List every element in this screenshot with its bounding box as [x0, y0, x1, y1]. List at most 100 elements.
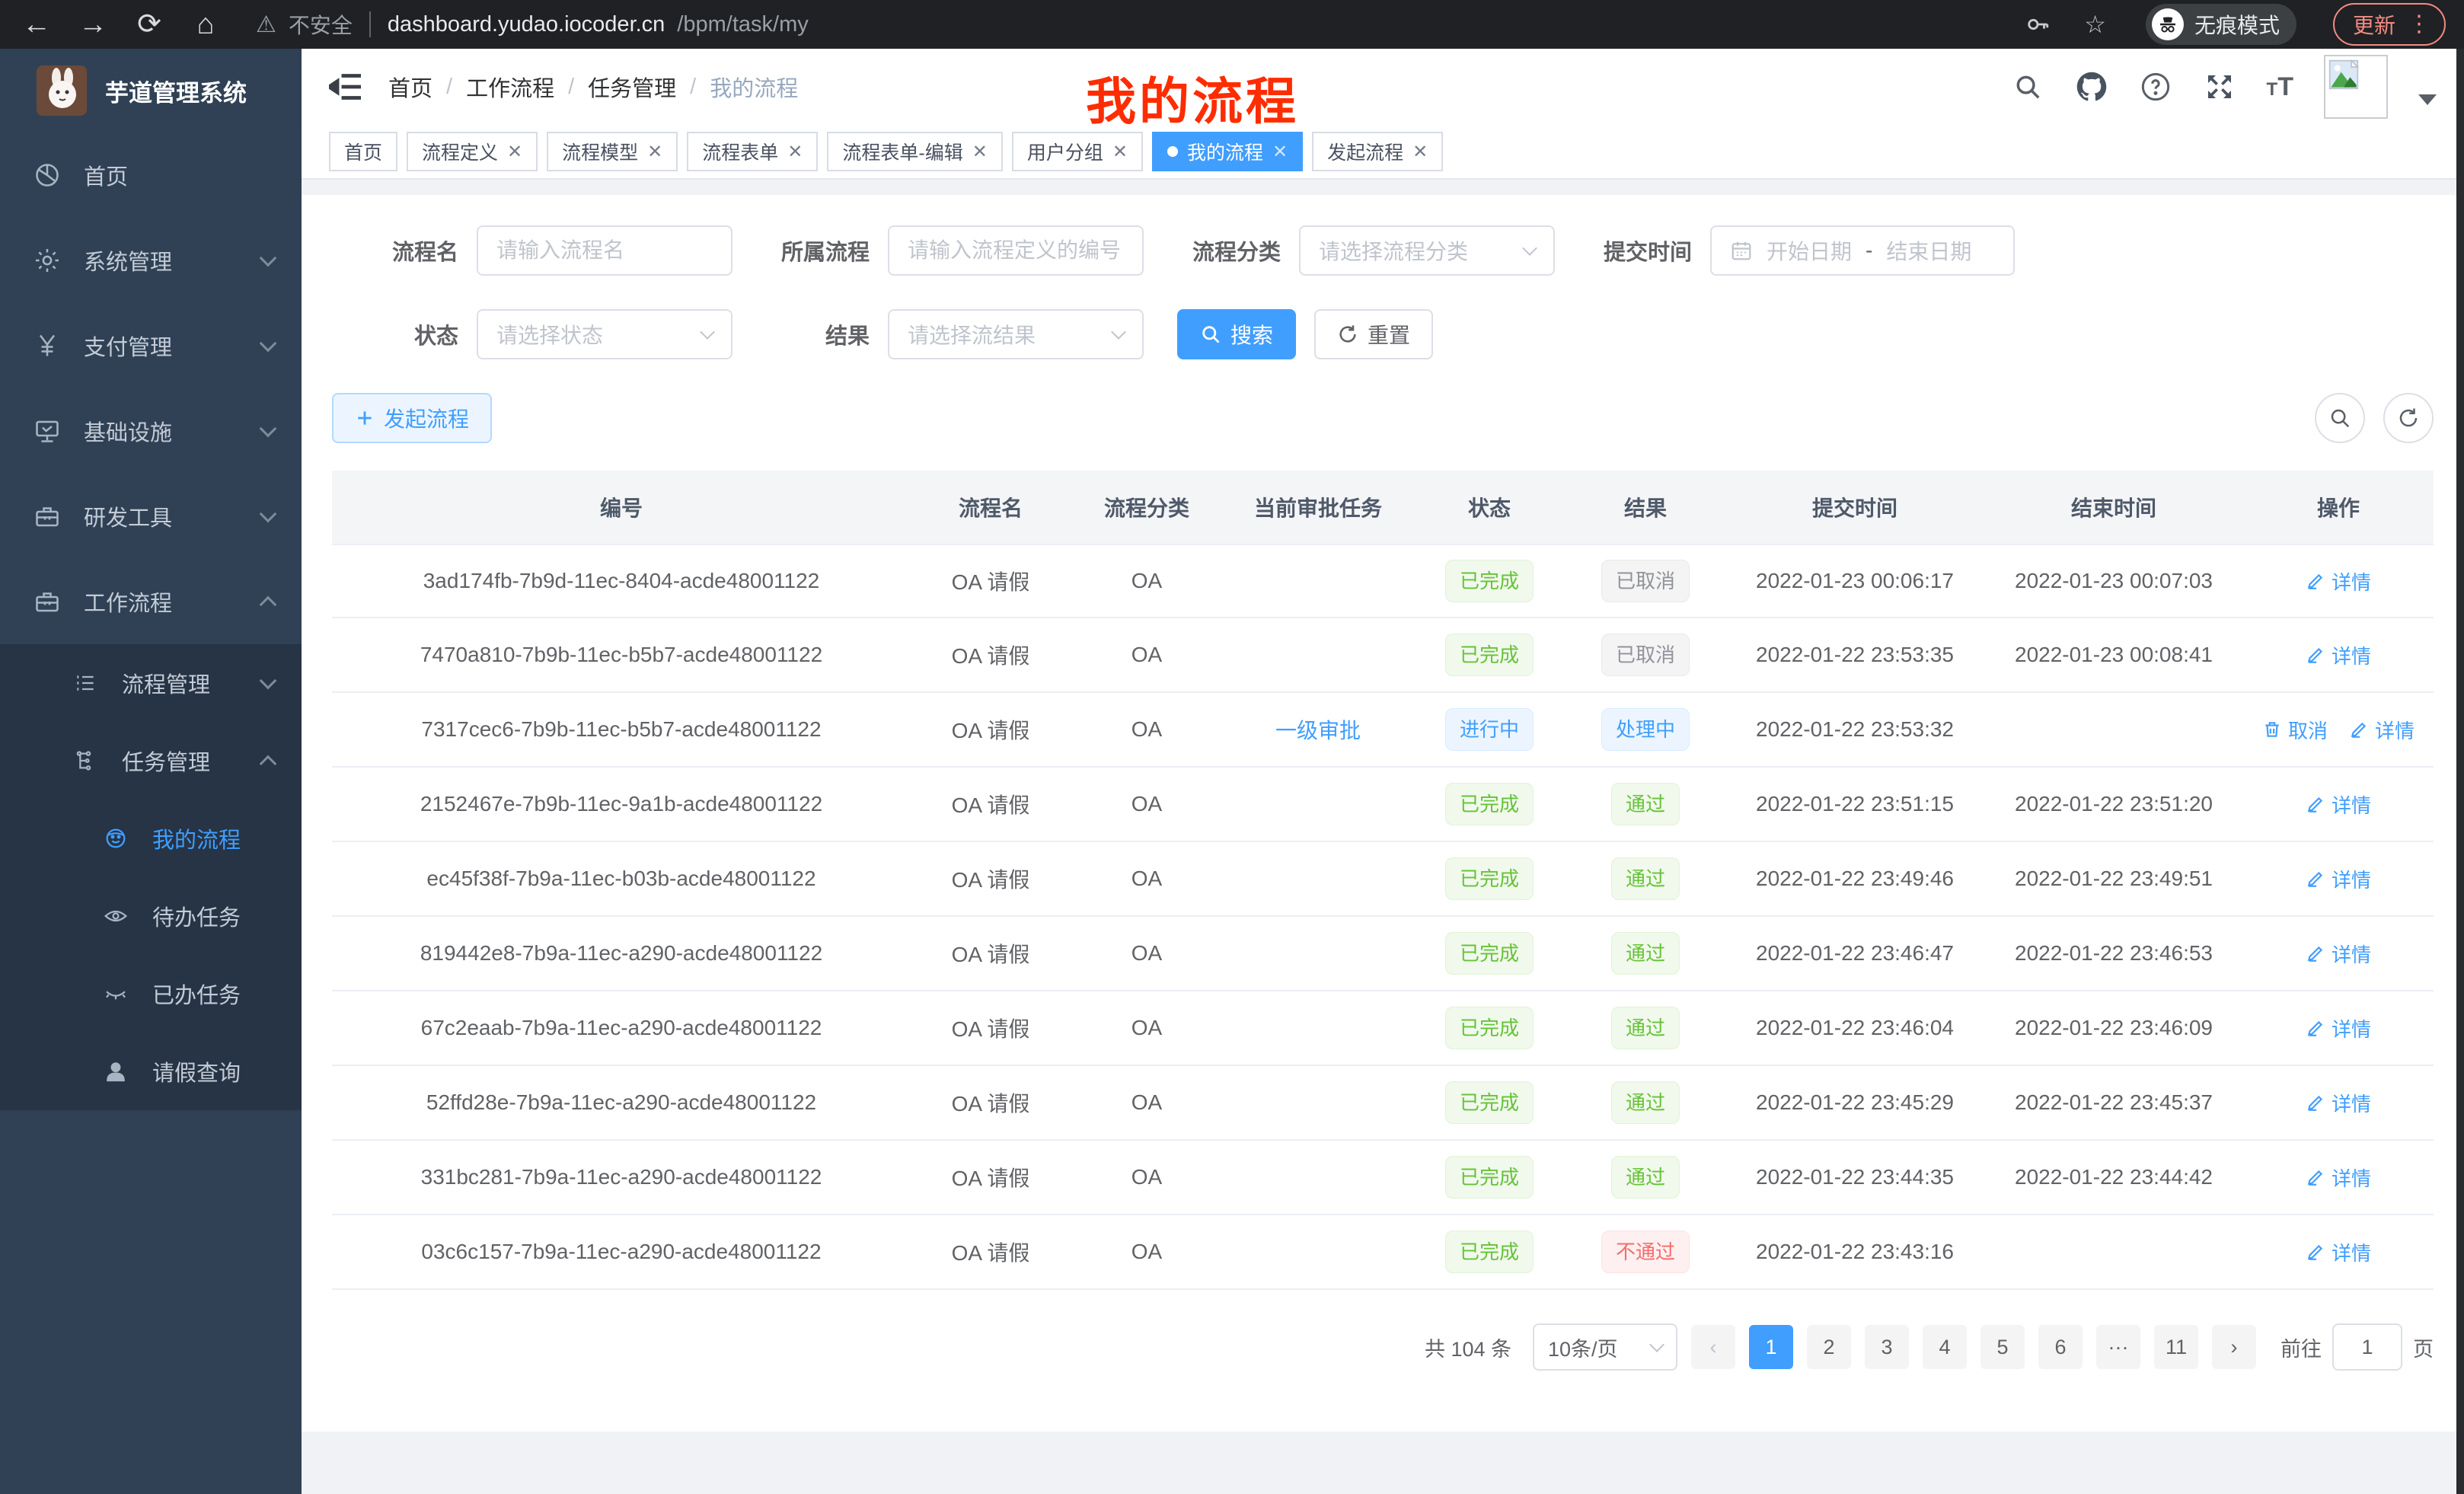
next-page-button[interactable]: ›	[2212, 1325, 2256, 1369]
browser-forward-icon[interactable]: →	[75, 2, 111, 47]
sidebar-item-支付管理[interactable]: 支付管理	[0, 303, 302, 388]
sidebar-item-系统管理[interactable]: 系统管理	[0, 218, 302, 303]
detail-link[interactable]: 详情	[2306, 641, 2371, 669]
detail-link[interactable]: 详情	[2306, 1238, 2371, 1266]
password-key-icon[interactable]	[2025, 11, 2051, 37]
detail-link[interactable]: 详情	[2306, 940, 2371, 968]
github-icon[interactable]	[2075, 70, 2108, 104]
tab-用户分组[interactable]: 用户分组✕	[1012, 132, 1143, 171]
font-size-icon[interactable]: TT	[2267, 72, 2293, 102]
collapse-sidebar-icon[interactable]	[329, 72, 362, 102]
browser-update-button[interactable]: 更新 ⋮	[2333, 3, 2446, 46]
page-button-4[interactable]: 4	[1923, 1325, 1967, 1369]
browser-back-icon[interactable]: ←	[18, 2, 55, 47]
bookmark-star-icon[interactable]: ☆	[2084, 10, 2106, 39]
page-button-1[interactable]: 1	[1749, 1325, 1793, 1369]
address-divider	[369, 11, 371, 37]
detail-link[interactable]: 详情	[2306, 865, 2371, 893]
close-icon[interactable]: ✕	[1272, 141, 1288, 163]
close-icon[interactable]: ✕	[1412, 141, 1428, 163]
share-icon	[73, 749, 97, 773]
detail-link[interactable]: 详情	[2306, 1164, 2371, 1192]
cell-submit-time: 2022-01-22 23:46:47	[1725, 941, 1984, 966]
page-size-select[interactable]: 10条/页	[1533, 1323, 1677, 1371]
address-bar[interactable]: ⚠ 不安全 dashboard.yudao.iocoder.cn/bpm/tas…	[256, 9, 1991, 40]
filter-row-2: 状态 请选择状态 结果 请选择流结果 搜索 重置	[332, 309, 2434, 359]
close-icon[interactable]: ✕	[647, 141, 662, 163]
cell-result: 通过	[1566, 932, 1725, 975]
browser-reload-icon[interactable]: ⟳	[131, 2, 168, 47]
breadcrumb-home[interactable]: 首页	[388, 71, 432, 103]
detail-link[interactable]: 详情	[2349, 716, 2415, 744]
topbar: 首页/ 工作流程/ 任务管理/ 我的流程 TT	[302, 49, 2464, 125]
result-select[interactable]: 请选择流结果	[888, 309, 1144, 359]
fullscreen-icon[interactable]	[2203, 70, 2236, 104]
close-icon[interactable]: ✕	[1112, 141, 1128, 163]
sidebar-logo-row[interactable]: 芋道管理系统	[0, 49, 302, 132]
process-definition-input[interactable]	[888, 225, 1144, 276]
create-process-button[interactable]: 发起流程	[332, 393, 492, 443]
url-host: dashboard.yudao.iocoder.cn	[388, 12, 665, 37]
avatar[interactable]	[2324, 55, 2388, 119]
sidebar-item-工作流程[interactable]: 工作流程	[0, 559, 302, 644]
close-icon[interactable]: ✕	[787, 141, 803, 163]
process-name-input[interactable]	[477, 225, 732, 276]
sidebar-item-待办任务[interactable]: 待办任务	[0, 877, 302, 955]
detail-link[interactable]: 详情	[2306, 567, 2371, 595]
page-button-6[interactable]: 6	[2038, 1325, 2083, 1369]
sidebar-item-已办任务[interactable]: 已办任务	[0, 955, 302, 1033]
sidebar-item-我的流程[interactable]: 我的流程	[0, 800, 302, 877]
goto-page-input[interactable]	[2332, 1323, 2402, 1371]
sidebar-item-流程管理[interactable]: 流程管理	[0, 644, 302, 722]
refresh-table-button[interactable]	[2383, 393, 2434, 443]
toggle-search-button[interactable]	[2315, 393, 2365, 443]
list-icon	[73, 671, 97, 695]
browser-menu-icon[interactable]: ⋮	[2408, 17, 2430, 32]
category-select[interactable]: 请选择流程分类	[1299, 225, 1555, 276]
detail-link[interactable]: 详情	[2306, 1089, 2371, 1117]
prev-page-button[interactable]: ‹	[1691, 1325, 1735, 1369]
cancel-link[interactable]: 取消	[2262, 716, 2328, 744]
search-icon[interactable]	[2011, 70, 2044, 104]
status-select[interactable]: 请选择状态	[477, 309, 732, 359]
page-button-3[interactable]: 3	[1865, 1325, 1909, 1369]
tab-发起流程[interactable]: 发起流程✕	[1312, 132, 1443, 171]
detail-link[interactable]: 详情	[2306, 790, 2371, 819]
cell-status: 进行中	[1413, 708, 1566, 751]
start-date-placeholder: 开始日期	[1767, 235, 1852, 266]
task-link[interactable]: 一级审批	[1275, 719, 1361, 742]
page-button-5[interactable]: 5	[1980, 1325, 2025, 1369]
more-pages-button[interactable]: ···	[2096, 1325, 2140, 1369]
browser-home-icon[interactable]: ⌂	[187, 2, 224, 47]
sidebar-item-任务管理[interactable]: 任务管理	[0, 722, 302, 800]
cell-actions: 详情	[2243, 641, 2434, 669]
status-badge: 已完成	[1445, 560, 1534, 602]
sidebar-item-首页[interactable]: 首页	[0, 132, 302, 218]
sidebar-item-请假查询[interactable]: 请假查询	[0, 1033, 302, 1110]
close-icon[interactable]: ✕	[507, 141, 522, 163]
tab-流程模型[interactable]: 流程模型✕	[547, 132, 678, 171]
cell-process-name: OA 请假	[911, 1087, 1071, 1118]
breadcrumb-task[interactable]: 任务管理	[588, 71, 676, 103]
cell-result: 处理中	[1566, 708, 1725, 751]
avatar-caret-icon[interactable]	[2418, 94, 2437, 105]
submit-time-range-picker[interactable]: 开始日期 - 结束日期	[1710, 225, 2015, 276]
breadcrumb-workflow[interactable]: 工作流程	[466, 71, 554, 103]
tab-首页[interactable]: 首页	[329, 132, 397, 171]
page-button-11[interactable]: 11	[2154, 1325, 2198, 1369]
close-icon[interactable]: ✕	[972, 141, 988, 163]
tab-流程定义[interactable]: 流程定义✕	[407, 132, 538, 171]
filter-category-label: 流程分类	[1177, 235, 1299, 267]
tab-流程表单-编辑[interactable]: 流程表单-编辑✕	[827, 132, 1002, 171]
detail-link[interactable]: 详情	[2306, 1014, 2371, 1042]
sidebar-item-基础设施[interactable]: 基础设施	[0, 388, 302, 474]
help-icon[interactable]	[2139, 70, 2172, 104]
cell-category: OA	[1071, 717, 1223, 742]
search-button[interactable]: 搜索	[1177, 309, 1296, 359]
reset-button[interactable]: 重置	[1314, 309, 1433, 359]
sidebar-item-研发工具[interactable]: 研发工具	[0, 474, 302, 559]
tab-我的流程[interactable]: 我的流程✕	[1152, 132, 1303, 171]
page-button-2[interactable]: 2	[1807, 1325, 1851, 1369]
tab-流程表单[interactable]: 流程表单✕	[687, 132, 818, 171]
cell-end-time: 2022-01-22 23:45:37	[1984, 1090, 2243, 1115]
